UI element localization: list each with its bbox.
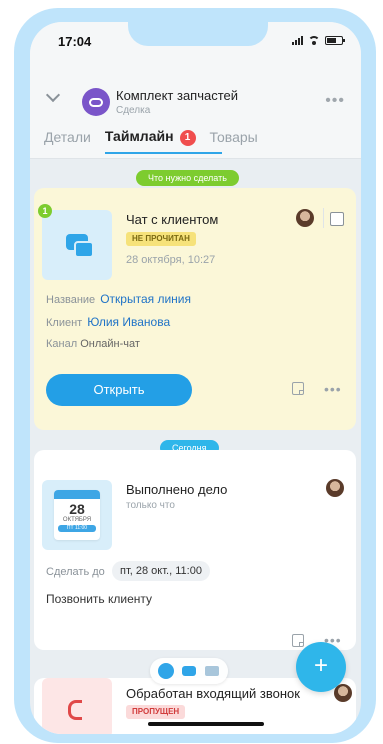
calendar-icon-box: 28 ОКТЯБРЯ ПТ 11:00	[42, 480, 112, 550]
chevron-down-icon[interactable]	[45, 87, 61, 103]
tab-products-label: Товары	[209, 129, 258, 145]
handshake-icon	[82, 88, 110, 116]
deal-subtitle: Сделка	[116, 105, 151, 116]
chat-bubbles-icon	[66, 234, 94, 258]
due-label: Сделать до	[46, 566, 105, 578]
note-icon[interactable]	[292, 382, 304, 395]
field-name-label: Название	[46, 294, 96, 306]
chat-counter-badge: 1	[38, 204, 52, 218]
field-client-value[interactable]: Юлия Иванова	[87, 315, 170, 329]
tab-bar: Детали Таймлайн 1 Товары	[44, 128, 258, 154]
chat-card-date: 28 октября, 10:27	[126, 254, 216, 266]
task-activity-card[interactable]: 28 ОКТЯБРЯ ПТ 11:00 Выполнено дело тольк…	[34, 450, 356, 650]
divider	[323, 208, 324, 228]
chat-activity-card[interactable]: 1 Чат с клиентом НЕ ПРОЧИТАН 28 октября,…	[34, 188, 356, 430]
calendar-day: 28	[69, 501, 85, 517]
deal-header: Комплект запчастей Сделка ••• Детали Тай…	[30, 62, 361, 159]
avatar[interactable]	[326, 479, 344, 497]
tab-products[interactable]: Товары	[210, 129, 258, 153]
timeline-count-badge: 1	[179, 130, 196, 146]
deal-title: Комплект запчастей	[116, 88, 239, 103]
channel-switcher	[150, 658, 228, 684]
open-chat-button[interactable]: Открыть	[46, 374, 192, 406]
task-description: Позвонить клиенту	[46, 592, 153, 606]
field-client-label: Клиент	[46, 317, 83, 329]
due-date-chip[interactable]: пт, 28 окт., 11:00	[112, 561, 210, 581]
signal-icon	[292, 36, 303, 45]
section-todo-label: Что нужно сделать	[136, 170, 239, 186]
field-channel: Канал Онлайн-чат	[46, 338, 140, 350]
call-card-title: Обработан входящий звонок	[126, 686, 300, 701]
field-channel-label: Канал	[46, 338, 78, 350]
tab-timeline-label: Таймлайн	[104, 128, 174, 144]
phone-icon-box	[42, 678, 112, 734]
field-client: Клиент Юлия Иванова	[46, 315, 170, 329]
phone-icon	[68, 700, 82, 720]
tab-details-label: Детали	[44, 129, 91, 145]
battery-icon	[325, 36, 345, 45]
avatar[interactable]	[334, 684, 352, 702]
home-indicator[interactable]	[148, 722, 264, 726]
mail-channel-icon[interactable]	[204, 663, 220, 679]
task-card-subtitle: только что	[126, 500, 175, 511]
app-screen: 17:04 Комплект запчастей Сделка ••• Дета…	[30, 22, 361, 734]
calendar-time: ПТ 11:00	[58, 525, 96, 532]
more-menu-icon[interactable]: •••	[325, 92, 345, 110]
avatar[interactable]	[296, 209, 314, 227]
field-name: Название Открытая линия	[46, 292, 191, 306]
tab-details[interactable]: Детали	[44, 129, 91, 153]
wifi-icon	[308, 36, 320, 45]
calendar-icon: 28 ОКТЯБРЯ ПТ 11:00	[54, 490, 100, 540]
unread-status-badge: НЕ ПРОЧИТАН	[126, 232, 196, 246]
card-more-icon[interactable]: •••	[324, 381, 342, 397]
chat-icon-box	[42, 210, 112, 280]
field-channel-value: Онлайн-чат	[80, 338, 140, 350]
status-time: 17:04	[58, 34, 92, 49]
task-card-title: Выполнено дело	[126, 482, 228, 497]
field-name-value[interactable]: Открытая линия	[100, 292, 191, 306]
phone-channel-icon[interactable]	[158, 663, 174, 679]
add-button[interactable]: +	[296, 642, 346, 692]
status-icons	[292, 36, 345, 45]
note-icon[interactable]	[292, 634, 304, 647]
complete-checkbox[interactable]	[330, 212, 344, 226]
missed-status-badge: ПРОПУЩЕН	[126, 705, 186, 719]
tab-timeline[interactable]: Таймлайн 1	[104, 128, 222, 154]
chat-card-title: Чат с клиентом	[126, 212, 219, 227]
notch	[128, 22, 268, 46]
chat-channel-icon[interactable]	[181, 663, 197, 679]
calendar-month: ОКТЯБРЯ	[62, 517, 92, 523]
